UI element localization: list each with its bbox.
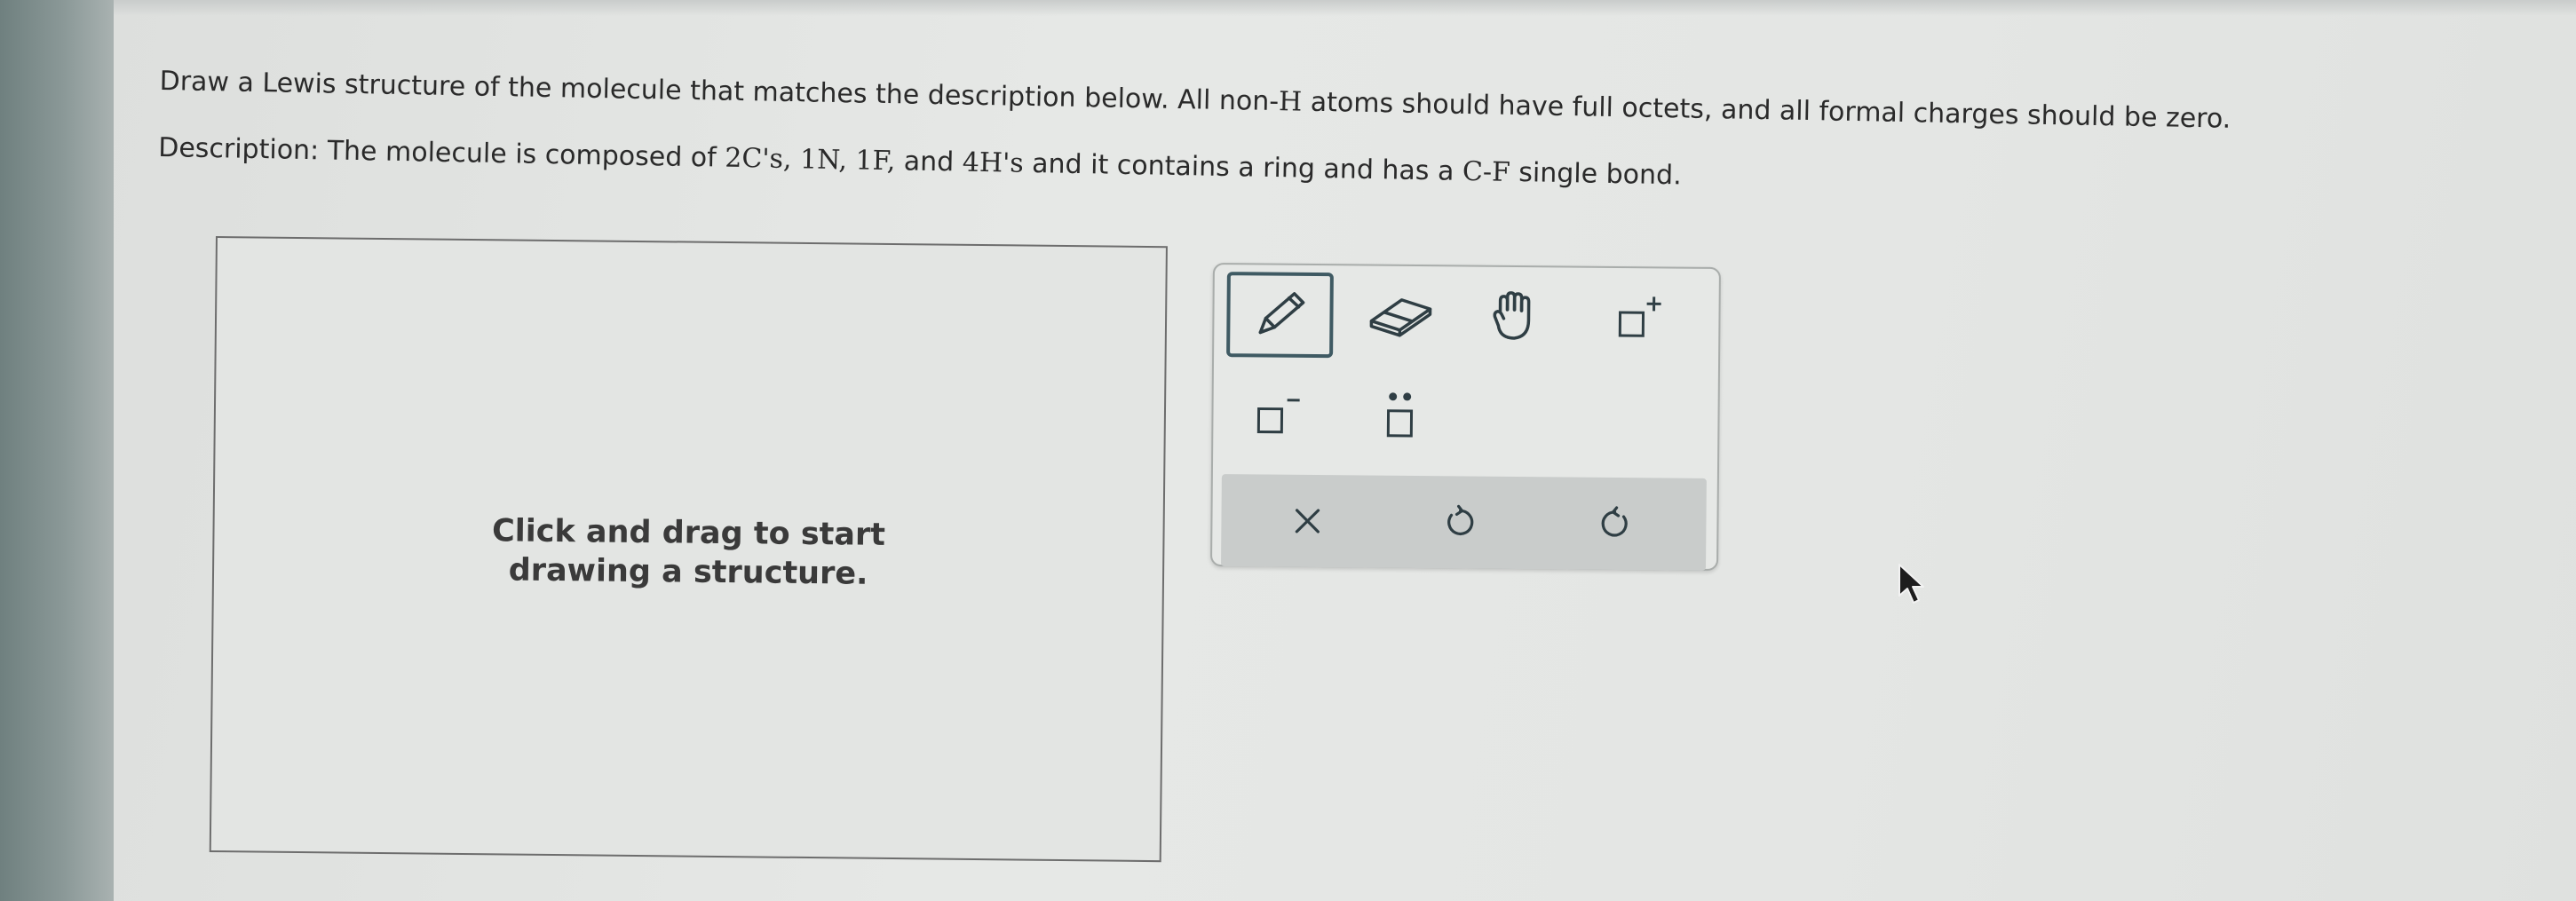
add-positive-charge-button[interactable] [1587, 275, 1694, 361]
pencil-tool-button[interactable] [1226, 272, 1334, 359]
undo-icon [1447, 504, 1474, 536]
description-text: Description: The molecule is composed of… [157, 131, 1682, 192]
pencil-icon [1258, 292, 1305, 335]
cursor-arrow-icon [1898, 564, 1924, 604]
positive-charge-icon [1618, 296, 1661, 337]
undo-button[interactable] [1411, 483, 1510, 562]
close-icon [1295, 509, 1320, 533]
hand-tool-button[interactable] [1462, 273, 1570, 360]
eraser-tool-button[interactable] [1347, 273, 1454, 359]
add-negative-charge-button[interactable] [1225, 371, 1333, 457]
monitor-bezel [0, 0, 114, 901]
actions-bar [1221, 474, 1707, 571]
redo-button[interactable] [1565, 484, 1664, 563]
eraser-icon [1369, 298, 1432, 337]
screen-edge-shadow [114, 0, 2576, 16]
add-lone-pair-button[interactable] [1346, 372, 1454, 458]
drawing-toolbar [1210, 263, 1721, 571]
hand-icon [1493, 291, 1531, 340]
redo-icon [1601, 506, 1628, 537]
lone-pair-icon [1386, 392, 1414, 438]
clear-button[interactable] [1258, 481, 1357, 560]
negative-charge-icon [1256, 399, 1300, 434]
drawing-canvas[interactable]: Click and drag to start drawing a struct… [209, 236, 1168, 863]
canvas-hint: Click and drag to start drawing a struct… [214, 510, 1163, 597]
mouse-cursor [1897, 562, 1929, 610]
question-text: Draw a Lewis structure of the molecule t… [157, 64, 2503, 240]
instruction-text: Draw a Lewis structure of the molecule t… [159, 65, 2231, 135]
